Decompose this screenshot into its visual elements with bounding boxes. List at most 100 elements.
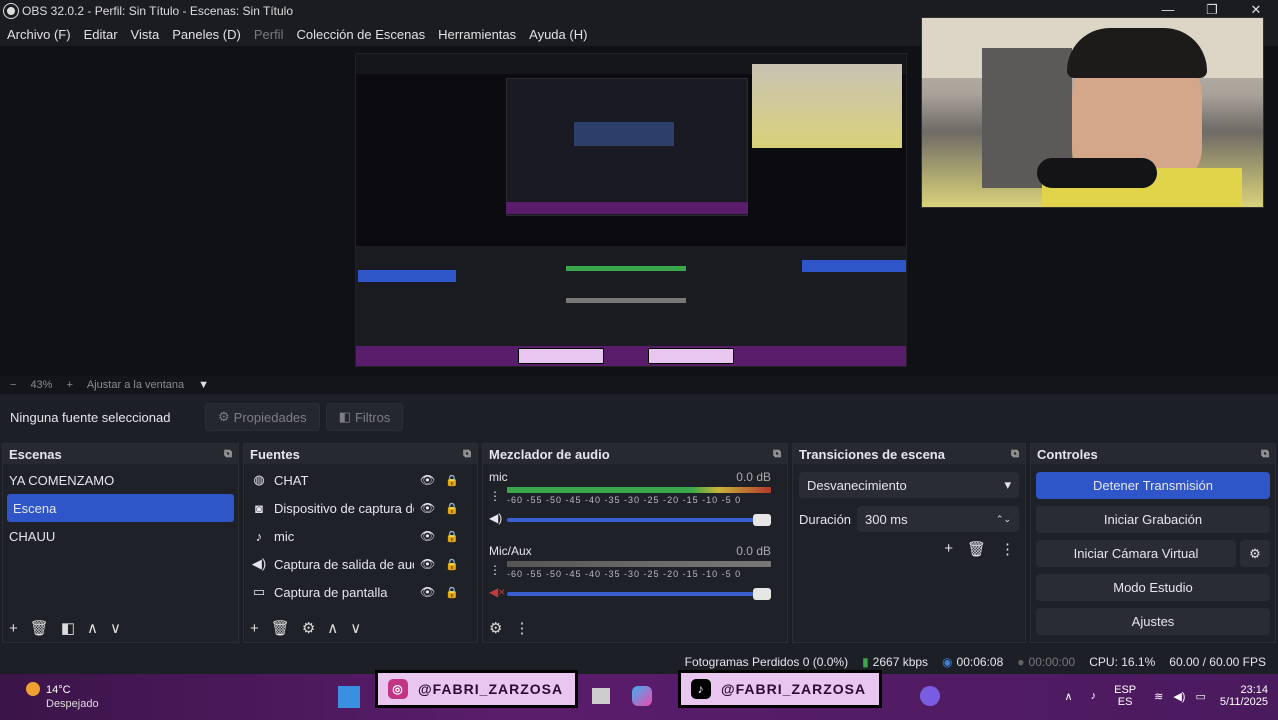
sources-title: Fuentes [250,446,300,462]
zoom-dropdown-icon[interactable]: ▼ [198,379,209,391]
source-item[interactable]: ◍ CHAT 👁 🔒 [244,466,477,494]
properties-button[interactable]: ⚙ Propiedades [205,403,320,431]
eye-icon[interactable]: 👁 [420,557,435,571]
source-item[interactable]: ◙ Dispositivo de captura de 👁 🔒 [244,494,477,522]
volume-meter [507,561,771,567]
source-toolbar: Ninguna fuente seleccionad ⚙ Propiedades … [0,398,1278,436]
scene-filters-icon[interactable]: ◧ [61,619,75,637]
volume-icon[interactable]: ◀) [1173,690,1185,703]
source-item[interactable]: ◀) Captura de salida de aud 👁 🔒 [244,550,477,578]
chevron-up-icon[interactable]: ∧ [1065,690,1073,703]
source-item[interactable]: ▭ Captura de pantalla 👁 🔒 [244,578,477,606]
lock-icon[interactable]: 🔒 [445,530,459,543]
mixer-channel-mic-aux: Mic/Aux 0.0 dB ⋮ -60 -55 -50 -45 -40 -35 … [489,544,771,600]
delete-scene-icon[interactable]: 🗑 [30,619,49,637]
system-tray: ∧ ♪ ESP ES ≋ ◀) ▭ 23:14 5/11/2025 [1065,684,1268,708]
channel-name: mic [489,470,508,484]
add-scene-icon[interactable]: + [9,620,18,637]
lock-icon[interactable]: 🔒 [445,502,459,515]
filters-button[interactable]: ◧ Filtros [325,403,404,431]
zoom-bar: − 43% + Ajustar a la ventana ▼ [0,376,1278,394]
start-recording-button[interactable]: Iniciar Grabación [1036,506,1270,533]
mixer-menu-icon[interactable]: ⋮ [514,619,529,637]
status-bar: Fotogramas Perdidos 0 (0.0%) ▮ 2667 kbps… [0,650,1278,674]
fit-window-option[interactable]: Ajustar a la ventana [87,379,184,391]
undock-icon[interactable]: ⧉ [1011,448,1019,461]
weather-icon [26,682,40,696]
eye-icon[interactable]: 👁 [420,529,435,543]
undock-icon[interactable]: ⧉ [773,448,781,461]
instagram-icon: ◎ [388,679,408,699]
battery-icon[interactable]: ▭ [1195,690,1205,703]
mic-tray-icon[interactable]: ♪ [1091,690,1097,702]
zoom-in-button[interactable]: + [66,379,72,391]
scene-item[interactable]: CHAUU [3,522,238,550]
move-up-icon[interactable]: ∧ [87,619,98,637]
source-settings-icon[interactable]: ⚙ [302,619,315,637]
menu-file[interactable]: Archivo (F) [7,27,71,42]
lock-icon[interactable]: 🔒 [445,474,459,487]
stream-icon: ◉ [942,655,953,669]
channel-menu-icon[interactable]: ⋮ [489,489,507,503]
menu-profile[interactable]: Perfil [254,27,284,42]
source-item[interactable]: ♪ mic 👁 🔒 [244,522,477,550]
scene-item[interactable]: YA COMENZAMO [3,466,238,494]
transition-select[interactable]: Desvanecimiento ▾ [799,472,1019,498]
transition-menu-icon[interactable]: ⋮ [1000,540,1015,558]
menu-view[interactable]: Vista [131,27,160,42]
undock-icon[interactable]: ⧉ [224,448,232,461]
monitor-icon: ▭ [252,584,266,599]
eye-icon[interactable]: 👁 [420,585,435,599]
delete-source-icon[interactable]: 🗑 [271,619,290,637]
mixer-channel-mic: mic 0.0 dB ⋮ -60 -55 -50 -45 -40 -35 -30 … [489,470,771,526]
eye-icon[interactable]: 👁 [420,473,435,487]
channel-name: Mic/Aux [489,544,532,558]
language-indicator[interactable]: ESP ES [1114,684,1136,708]
delete-transition-icon[interactable]: 🗑 [967,540,986,558]
mic-icon: ♪ [255,528,263,544]
preview-canvas[interactable] [355,53,907,367]
transitions-title: Transiciones de escena [799,446,945,462]
stop-streaming-button[interactable]: Detener Transmisión [1036,472,1270,499]
eye-icon[interactable]: 👁 [420,501,435,515]
file-explorer-icon[interactable] [592,688,610,704]
undock-icon[interactable]: ⧉ [1261,448,1269,461]
channel-menu-icon[interactable]: ⋮ [489,563,507,577]
clock[interactable]: 23:14 5/11/2025 [1220,684,1268,708]
add-transition-icon[interactable]: + [944,540,953,558]
move-up-icon[interactable]: ∧ [327,619,338,637]
app-icon[interactable] [920,686,940,706]
chevron-down-icon: ▾ [1004,477,1011,492]
start-virtual-camera-button[interactable]: Iniciar Cámara Virtual [1036,540,1236,567]
volume-slider[interactable] [507,514,771,526]
mixer-title: Mezclador de audio [489,446,610,462]
lock-icon[interactable]: 🔒 [445,586,459,599]
move-down-icon[interactable]: ∨ [350,619,361,637]
controls-title: Controles [1037,446,1098,462]
add-source-icon[interactable]: + [250,620,259,637]
undock-icon[interactable]: ⧉ [463,448,471,461]
speaker-icon[interactable]: ◀) [489,511,507,525]
menu-tools[interactable]: Herramientas [438,27,516,42]
menu-help[interactable]: Ayuda (H) [529,27,587,42]
windows-start-icon[interactable] [338,686,360,708]
menu-scene-collection[interactable]: Colección de Escenas [296,27,425,42]
menu-docks[interactable]: Paneles (D) [172,27,241,42]
scene-item-selected[interactable]: Escena [7,494,234,522]
duration-spinbox[interactable]: 300 ms ⌃⌄ [857,506,1019,532]
muted-speaker-icon[interactable]: ◀× [489,585,507,599]
mixer-settings-icon[interactable]: ⚙ [489,619,502,637]
volume-slider[interactable] [507,588,771,600]
studio-mode-button[interactable]: Modo Estudio [1036,574,1270,601]
move-down-icon[interactable]: ∨ [110,619,121,637]
settings-button[interactable]: Ajustes [1036,608,1270,635]
lock-icon[interactable]: 🔒 [445,558,459,571]
wifi-icon[interactable]: ≋ [1154,690,1163,703]
menu-edit[interactable]: Editar [84,27,118,42]
duration-label: Duración [799,511,852,527]
zoom-out-button[interactable]: − [10,379,16,391]
tiktok-icon: ♪ [691,679,711,699]
spin-arrows-icon[interactable]: ⌃⌄ [996,514,1011,525]
copilot-icon[interactable] [632,686,652,706]
virtual-camera-settings-icon[interactable]: ⚙ [1240,540,1270,567]
